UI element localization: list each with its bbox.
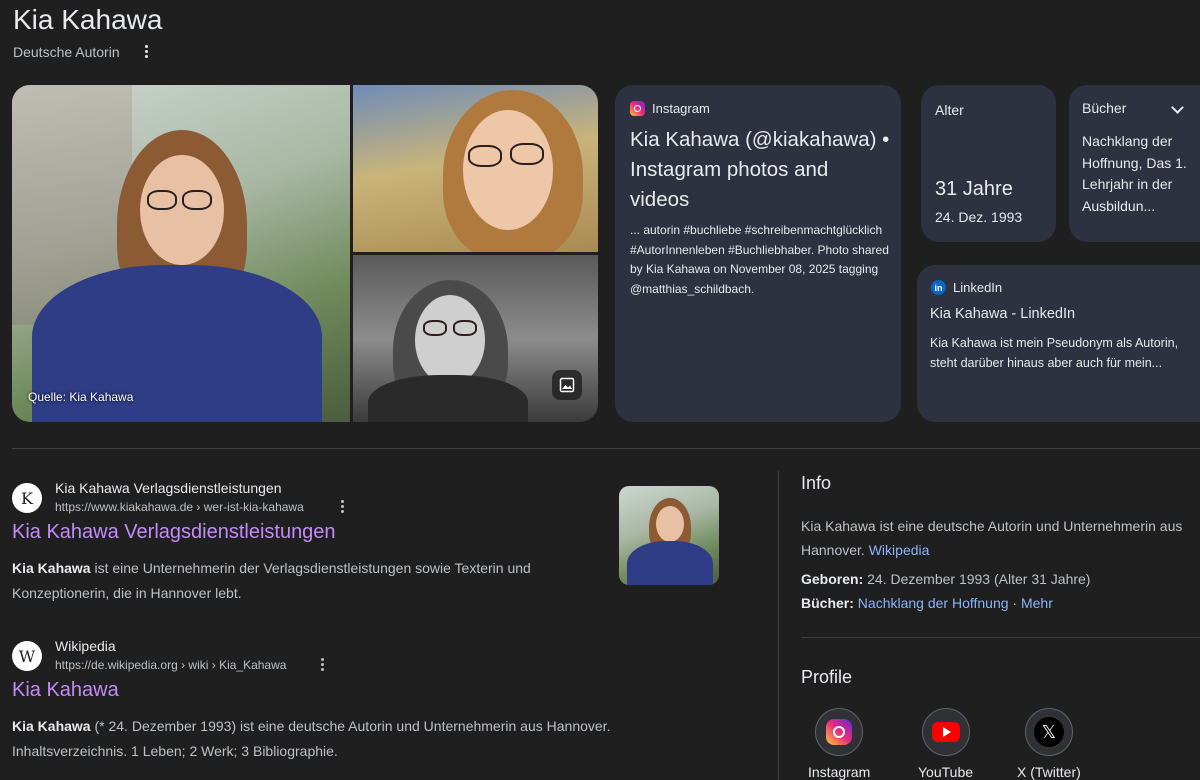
profile-youtube[interactable]: YouTube — [918, 708, 973, 780]
wikipedia-link[interactable]: Wikipedia — [869, 542, 930, 558]
book-link[interactable]: Nachklang der Hoffnung — [858, 595, 1009, 611]
instagram-icon — [826, 719, 853, 745]
result-snippet: Kia Kahawa ist eine Unternehmerin der Ve… — [12, 556, 602, 605]
more-link[interactable]: Mehr — [1021, 595, 1053, 611]
entity-title: Kia Kahawa — [13, 4, 163, 35]
image-search-button[interactable] — [552, 370, 582, 400]
site-favicon: W — [12, 641, 42, 671]
separator: · — [1012, 595, 1018, 611]
result-more-icon[interactable] — [338, 499, 346, 513]
youtube-icon — [931, 722, 960, 742]
birth-date: 24. Dez. 1993 — [935, 209, 1023, 225]
age-value: 31 Jahre — [935, 178, 1013, 200]
linkedin-card-source: LinkedIn — [953, 280, 1003, 295]
result-site-name[interactable]: Wikipedia — [55, 638, 116, 654]
divider — [12, 448, 1200, 449]
image-source-caption: Quelle: Kia Kahawa — [28, 390, 134, 404]
site-favicon: K — [12, 483, 42, 513]
chevron-down-icon[interactable] — [1171, 101, 1184, 114]
profile-label: X (Twitter) — [1017, 764, 1081, 780]
photo-top-right[interactable] — [353, 85, 598, 252]
result-snippet-text: (* 24. Dezember 1993) ist eine deutsche … — [12, 718, 611, 759]
result-site-name[interactable]: Kia Kahawa Verlagsdienstleistungen — [55, 480, 282, 496]
born-label: Geboren: — [801, 571, 864, 587]
result-title[interactable]: Kia Kahawa Verlagsdienstleistungen — [12, 521, 336, 544]
linkedin-card-title[interactable]: Kia Kahawa - LinkedIn — [930, 306, 1075, 322]
linkedin-card-snippet: Kia Kahawa ist mein Pseudonym als Autori… — [930, 336, 1179, 370]
books-row-label: Bücher: — [801, 595, 854, 611]
info-description-text: Kia Kahawa ist eine deutsche Autorin und… — [801, 518, 1183, 558]
born-row: Geboren: 24. Dezember 1993 (Alter 31 Jah… — [801, 571, 1090, 587]
x-icon: 𝕏 — [1033, 717, 1064, 747]
more-options-icon[interactable] — [140, 42, 152, 60]
result-title[interactable]: Kia Kahawa — [12, 679, 119, 702]
books-value: Nachklang der Hoffnung, Das 1. Lehrjahr … — [1082, 133, 1187, 214]
result-thumbnail[interactable] — [619, 486, 719, 585]
profile-instagram[interactable]: Instagram — [808, 708, 870, 780]
age-label: Alter — [935, 102, 964, 118]
profile-label: YouTube — [918, 764, 974, 780]
instagram-icon — [630, 101, 645, 116]
profile-label: Instagram — [808, 764, 871, 780]
main-photo[interactable]: Quelle: Kia Kahawa — [12, 85, 350, 422]
linkedin-card[interactable]: in LinkedIn Kia Kahawa - LinkedIn Kia Ka… — [917, 265, 1200, 422]
books-label: Bücher — [1082, 100, 1127, 116]
instagram-card-snippet: ... autorin #buchliebe #schreibenmachtgl… — [630, 223, 889, 296]
result-snippet-bold: Kia Kahawa — [12, 718, 91, 734]
instagram-card-source: Instagram — [652, 101, 710, 116]
result-snippet: Kia Kahawa (* 24. Dezember 1993) ist ein… — [12, 714, 692, 763]
instagram-card-title[interactable]: Kia Kahawa (@kiakahawa) • Instagram phot… — [630, 125, 892, 215]
result-url[interactable]: https://www.kiakahawa.de › wer-ist-kia-k… — [55, 500, 304, 514]
instagram-card[interactable]: Instagram Kia Kahawa (@kiakahawa) • Inst… — [615, 85, 901, 422]
image-gallery[interactable]: Quelle: Kia Kahawa — [12, 85, 598, 422]
image-icon — [559, 377, 575, 393]
age-card[interactable]: Alter 31 Jahre 24. Dez. 1993 — [921, 85, 1056, 242]
profile-x[interactable]: 𝕏 X (Twitter) — [1017, 708, 1081, 780]
info-description: Kia Kahawa ist eine deutsche Autorin und… — [801, 514, 1196, 562]
linkedin-icon: in — [931, 280, 946, 295]
result-url[interactable]: https://de.wikipedia.org › wiki › Kia_Ka… — [55, 658, 286, 672]
result-more-icon[interactable] — [318, 657, 326, 671]
photo-bottom-right[interactable] — [353, 255, 598, 422]
books-row: Bücher: Nachklang der Hoffnung · Mehr — [801, 595, 1053, 611]
entity-subtitle: Deutsche Autorin — [13, 44, 120, 60]
divider — [801, 637, 1200, 638]
profiles-heading: Profile — [801, 667, 853, 687]
info-heading: Info — [801, 473, 832, 493]
result-snippet-bold: Kia Kahawa — [12, 560, 91, 576]
books-card[interactable]: Bücher Nachklang der Hoffnung, Das 1. Le… — [1069, 85, 1200, 242]
result-snippet-text: ist eine Unternehmerin der Verlagsdienst… — [12, 560, 531, 601]
born-value: 24. Dezember 1993 (Alter 31 Jahre) — [867, 571, 1091, 587]
column-divider — [778, 471, 779, 780]
